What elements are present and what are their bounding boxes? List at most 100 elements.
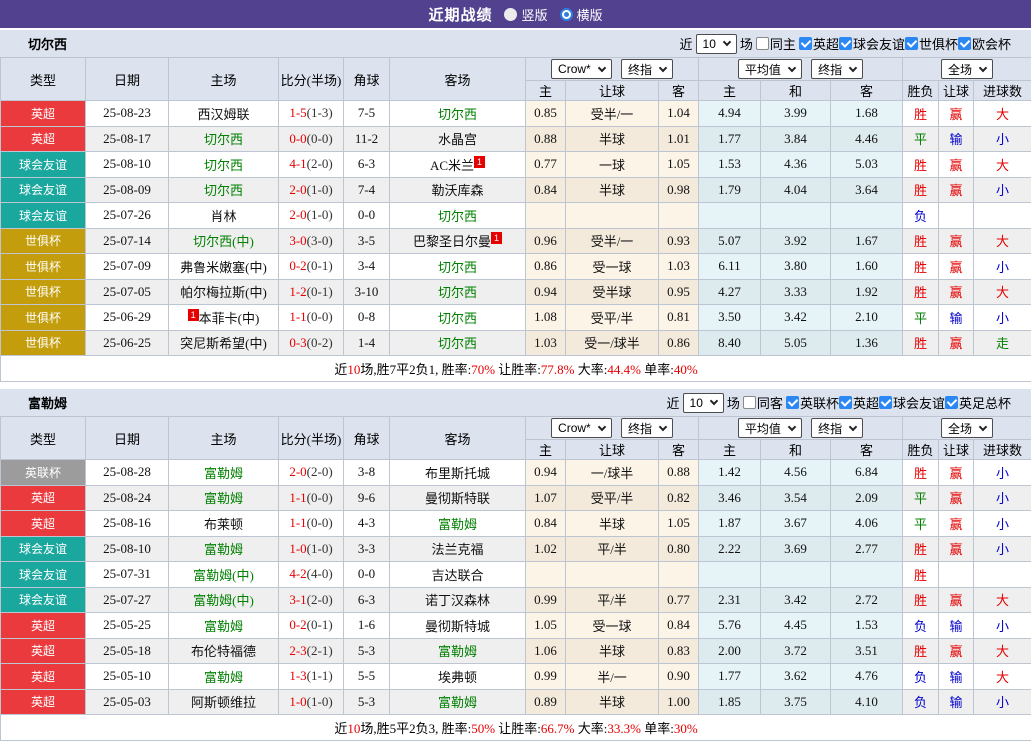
match-date: 25-05-03 — [86, 689, 169, 715]
odds-final-select[interactable]: 终指 — [621, 59, 673, 79]
same-venue-checkbox[interactable]: 同客 — [743, 393, 783, 412]
away-team-link[interactable]: 富勒姆 — [438, 644, 477, 659]
away-team-link[interactable]: 布里斯托城 — [425, 466, 490, 481]
home-team-link[interactable]: 富勒姆 — [204, 542, 243, 557]
home-team-link[interactable]: 阿斯顿维拉 — [191, 695, 256, 710]
away-team-link[interactable]: 切尔西 — [438, 311, 477, 326]
away-team-link[interactable]: 曼彻斯特联 — [425, 491, 490, 506]
same-venue-checkbox[interactable]: 同主 — [756, 34, 796, 53]
half-time-score: (0-1) — [307, 617, 333, 632]
home-team-link[interactable]: 本菲卡(中) — [199, 311, 260, 326]
home-team-link[interactable]: 切尔西 — [204, 158, 243, 173]
home-team-link[interactable]: 弗鲁米嫩塞(中) — [180, 260, 267, 275]
home-team-link[interactable]: 帕尔梅拉斯(中) — [180, 285, 267, 300]
full-time-score: 1-1 — [289, 309, 306, 324]
away-team-link[interactable]: AC米兰 — [430, 158, 474, 173]
away-team-link[interactable]: 富勒姆 — [438, 517, 477, 532]
half-time-score: (2-0) — [307, 156, 333, 171]
away-team-link[interactable]: 吉达联合 — [431, 568, 483, 583]
league-filter-checkbox[interactable]: 欧会杯 — [958, 34, 1011, 53]
match-date: 25-07-27 — [86, 587, 169, 613]
result-handicap: 赢 — [939, 511, 974, 537]
layout-vertical-radio[interactable]: 竖版 — [504, 5, 547, 24]
league-type-badge: 英联杯 — [1, 460, 86, 486]
home-team-link[interactable]: 富勒姆 — [204, 491, 243, 506]
col-home: 主场 — [169, 58, 279, 101]
away-team-link[interactable]: 诺丁汉森林 — [425, 593, 490, 608]
away-team-link[interactable]: 曼彻斯特城 — [425, 619, 490, 634]
away-team-link[interactable]: 勒沃库森 — [431, 183, 483, 198]
odds-final-select[interactable]: 终指 — [621, 418, 673, 438]
score-cell: 1-5(1-3) — [279, 101, 344, 127]
away-team-link[interactable]: 切尔西 — [438, 209, 477, 224]
league-filter-checkbox[interactable]: 英超 — [839, 393, 879, 412]
score-cell: 1-2(0-1) — [279, 279, 344, 305]
checkbox-checked-icon — [839, 396, 852, 409]
away-team-link[interactable]: 切尔西 — [438, 260, 477, 275]
home-team-link[interactable]: 突尼斯希望(中) — [180, 336, 267, 351]
result-handicap: 赢 — [939, 101, 974, 127]
home-team-link[interactable]: 切尔西 — [204, 183, 243, 198]
away-team-link[interactable]: 切尔西 — [438, 285, 477, 300]
home-team-link[interactable]: 切尔西(中) — [193, 234, 254, 249]
avg-home: 3.46 — [699, 485, 761, 511]
col-score: 比分(半场) — [279, 58, 344, 101]
odds-home: 1.05 — [526, 613, 566, 639]
col-type: 类型 — [1, 417, 86, 460]
odds-source-select[interactable]: Crow* — [551, 59, 612, 79]
league-type-badge: 英超 — [1, 511, 86, 537]
home-team-link[interactable]: 富勒姆 — [204, 670, 243, 685]
avg-final-select[interactable]: 终指 — [811, 418, 863, 438]
full-match-select[interactable]: 全场 — [941, 418, 993, 438]
home-team-link[interactable]: 富勒姆(中) — [193, 568, 254, 583]
match-row: 英超25-05-10富勒姆1-3(1-1)5-5埃弗顿0.99半/一0.901.… — [1, 664, 1031, 690]
avg-draw: 4.04 — [761, 177, 831, 203]
col-odds-away: 客 — [659, 81, 699, 101]
league-filter-checkbox[interactable]: 英联杯 — [786, 393, 839, 412]
recent-count-select[interactable]: 10 — [696, 34, 737, 54]
away-team-link[interactable]: 切尔西 — [438, 336, 477, 351]
away-team-link[interactable]: 切尔西 — [438, 107, 477, 122]
summary-stat-value: 44.4% — [607, 362, 641, 377]
recent-count-select[interactable]: 10 — [683, 393, 724, 413]
corner-score: 6-3 — [344, 152, 390, 178]
home-team-link[interactable]: 西汉姆联 — [197, 107, 249, 122]
avg-final-select[interactable]: 终指 — [811, 59, 863, 79]
home-team-cell: 布伦特福德 — [169, 638, 279, 664]
home-team-link[interactable]: 肖林 — [210, 209, 236, 224]
home-team-link[interactable]: 布伦特福德 — [191, 644, 256, 659]
home-team-link[interactable]: 富勒姆(中) — [193, 593, 254, 608]
league-filter-checkbox[interactable]: 球会友谊 — [839, 34, 905, 53]
odds-away: 1.01 — [659, 126, 699, 152]
away-team-link[interactable]: 富勒姆 — [438, 695, 477, 710]
away-team-cell: 曼彻斯特联 — [390, 485, 526, 511]
avg-source-select[interactable]: 平均值 — [738, 418, 802, 438]
avg-source-select[interactable]: 平均值 — [738, 59, 802, 79]
result-goals — [974, 562, 1031, 588]
league-filter-checkbox[interactable]: 世俱杯 — [905, 34, 958, 53]
away-team-link[interactable]: 埃弗顿 — [438, 670, 477, 685]
league-type-badge: 球会友谊 — [1, 152, 86, 178]
league-filter-checkbox[interactable]: 球会友谊 — [879, 393, 945, 412]
result-outcome: 平 — [903, 305, 939, 331]
away-team-link[interactable]: 法兰克福 — [431, 542, 483, 557]
away-team-link[interactable]: 水晶宫 — [438, 132, 477, 147]
league-filter-checkbox[interactable]: 英足总杯 — [945, 393, 1011, 412]
result-goals: 大 — [974, 638, 1031, 664]
result-handicap: 输 — [939, 613, 974, 639]
full-match-select[interactable]: 全场 — [941, 59, 993, 79]
home-team-cell: 切尔西 — [169, 152, 279, 178]
summary-row: 近10场,胜7平2负1, 胜率:70% 让胜率:77.8% 大率:44.4% 单… — [1, 356, 1031, 382]
home-team-link[interactable]: 切尔西 — [204, 132, 243, 147]
odds-source-select[interactable]: Crow* — [551, 418, 612, 438]
away-team-link[interactable]: 巴黎圣日尔曼 — [413, 234, 491, 249]
odds-home: 0.89 — [526, 689, 566, 715]
avg-home: 2.22 — [699, 536, 761, 562]
home-team-link[interactable]: 富勒姆 — [204, 619, 243, 634]
result-goals: 大 — [974, 587, 1031, 613]
home-team-link[interactable]: 布莱顿 — [204, 517, 243, 532]
avg-draw: 3.33 — [761, 279, 831, 305]
league-filter-checkbox[interactable]: 英超 — [799, 34, 839, 53]
home-team-link[interactable]: 富勒姆 — [204, 466, 243, 481]
layout-horizontal-radio[interactable]: 横版 — [560, 5, 603, 24]
